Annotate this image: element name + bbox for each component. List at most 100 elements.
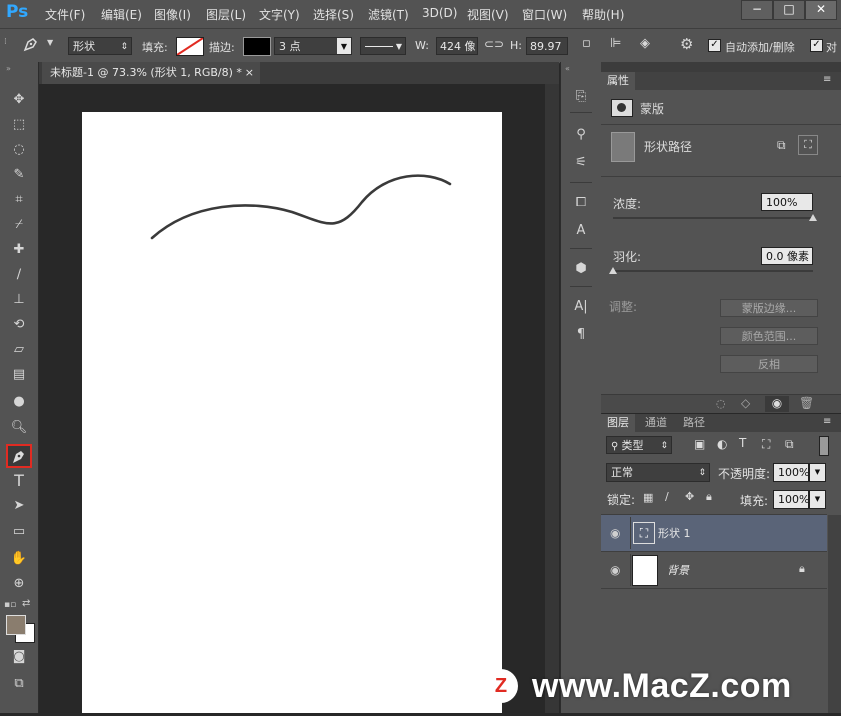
menu-view[interactable]: 视图(V): [467, 6, 509, 23]
fill-opacity-field[interactable]: 100%: [773, 490, 809, 509]
clone-stamp-tool-icon[interactable]: ⊥: [8, 290, 30, 310]
chevron-down-icon[interactable]: ▼: [809, 463, 826, 482]
auto-add-delete-checkbox[interactable]: ✓: [708, 39, 721, 52]
menu-image[interactable]: 图像(I): [154, 6, 191, 23]
chevron-down-icon[interactable]: ▼: [337, 38, 351, 54]
trash-icon[interactable]: 🗑︎: [799, 396, 814, 410]
feather-slider[interactable]: [609, 267, 813, 274]
menu-filter[interactable]: 滤镜(T): [368, 6, 409, 23]
panel-menu-icon[interactable]: ≡: [823, 74, 831, 85]
layer-row-shape1[interactable]: ◉ ⛶ 形状 1: [601, 515, 827, 552]
align-edges-checkbox[interactable]: ✓: [810, 39, 823, 52]
maximize-button[interactable]: □: [773, 0, 805, 20]
path-selection-tool-icon[interactable]: ➤: [8, 496, 30, 516]
zoom-tool-icon[interactable]: ⊕: [8, 574, 30, 594]
menu-type[interactable]: 文字(Y): [259, 6, 300, 23]
healing-brush-tool-icon[interactable]: ✚: [8, 240, 30, 260]
tab-paths[interactable]: 路径: [677, 414, 711, 432]
stroke-swatch[interactable]: [243, 37, 271, 56]
menu-layer[interactable]: 图层(L): [206, 6, 246, 23]
3d-icon[interactable]: ⬢: [571, 260, 591, 278]
filter-shape-icon[interactable]: ⛶: [762, 437, 770, 452]
filter-smart-object-icon[interactable]: ⧉: [785, 437, 794, 452]
menu-file[interactable]: 文件(F): [45, 6, 85, 23]
stroke-type-select[interactable]: ▼: [360, 37, 406, 55]
eye-icon[interactable]: ◉: [610, 563, 620, 577]
density-field[interactable]: 100%: [761, 193, 813, 211]
pixel-mask-icon[interactable]: [611, 99, 633, 117]
filter-type-icon[interactable]: T: [739, 436, 746, 450]
blur-tool-icon[interactable]: ●: [8, 392, 30, 412]
screen-mode-icon[interactable]: ⧉: [8, 674, 30, 694]
feather-field[interactable]: 0.0 像素: [761, 247, 813, 265]
fill-swatch[interactable]: [176, 37, 204, 56]
layer-filter-select[interactable]: ⚲ 类型 ⇕: [606, 436, 672, 454]
menu-edit[interactable]: 编辑(E): [101, 6, 142, 23]
paragraph-icon[interactable]: ¶: [571, 326, 591, 344]
select-mask-icon[interactable]: ⧉: [777, 138, 786, 153]
pen-tool-icon[interactable]: [6, 444, 32, 468]
quick-mask-icon[interactable]: ◙: [8, 647, 30, 667]
filter-pixel-icon[interactable]: ▣: [694, 437, 705, 451]
history-brush-tool-icon[interactable]: ⟲: [8, 315, 30, 335]
gradient-tool-icon[interactable]: ▤: [8, 365, 30, 385]
density-slider-thumb[interactable]: [809, 214, 817, 221]
vertical-scrollbar[interactable]: [545, 84, 559, 713]
default-colors-icon[interactable]: ▪▫: [4, 600, 16, 610]
load-selection-icon[interactable]: ◌: [716, 397, 726, 410]
stroke-width-field[interactable]: 3 点 ▼: [274, 37, 352, 55]
vector-mask-icon[interactable]: ⛶: [798, 135, 818, 155]
type-tool-icon[interactable]: T: [8, 471, 30, 491]
lock-transparent-icon[interactable]: ▦: [643, 491, 653, 504]
blend-mode-select[interactable]: 正常 ⇕: [606, 463, 710, 482]
foreground-color-swatch[interactable]: [6, 615, 26, 635]
chevron-down-icon[interactable]: ▼: [809, 490, 826, 509]
height-field[interactable]: 89.97: [526, 37, 568, 55]
move-tool-icon[interactable]: ✥: [8, 90, 30, 110]
filter-adjustment-icon[interactable]: ◐: [717, 437, 727, 451]
marquee-tool-icon[interactable]: ⬚: [8, 115, 30, 135]
link-icon[interactable]: ⊂⊃: [484, 37, 504, 51]
invert-button[interactable]: 反相: [720, 355, 818, 373]
opacity-field[interactable]: 100%: [773, 463, 809, 482]
minimize-button[interactable]: −: [741, 0, 773, 20]
eraser-tool-icon[interactable]: ▱: [8, 340, 30, 360]
history-icon[interactable]: ⎘: [571, 88, 591, 106]
apply-mask-icon[interactable]: ◇: [741, 396, 750, 410]
tab-layers[interactable]: 图层: [601, 414, 635, 432]
quick-select-tool-icon[interactable]: ✎: [8, 165, 30, 185]
lock-all-icon[interactable]: 🔒︎: [706, 490, 712, 504]
menu-window[interactable]: 窗口(W): [522, 6, 567, 23]
character-icon[interactable]: A|: [571, 298, 591, 316]
brush-settings-icon[interactable]: ⚟: [571, 154, 591, 172]
swap-colors-icon[interactable]: ⇄: [22, 598, 30, 609]
tab-close-icon[interactable]: ×: [245, 62, 254, 84]
path-arrangement-icon[interactable]: ◈: [640, 36, 650, 51]
layer-row-background[interactable]: ◉ 背景 🔒︎: [601, 552, 827, 589]
lock-pixels-icon[interactable]: ∕: [665, 490, 669, 503]
crop-tool-icon[interactable]: ⌗: [8, 190, 30, 210]
rectangle-tool-icon[interactable]: ▭: [8, 522, 30, 542]
eyedropper-tool-icon[interactable]: ⌿: [8, 215, 30, 235]
brush-tool-icon[interactable]: ∕: [8, 265, 30, 285]
panel-menu-icon[interactable]: ≡: [823, 416, 831, 427]
shape-path[interactable]: [82, 112, 502, 713]
gear-icon[interactable]: ⚙: [680, 35, 693, 53]
width-field[interactable]: 424 像: [436, 37, 478, 55]
feather-slider-thumb[interactable]: [609, 267, 617, 274]
path-alignment-icon[interactable]: ⊫: [610, 36, 621, 51]
dodge-tool-icon[interactable]: 🔍︎: [8, 418, 30, 438]
hand-tool-icon[interactable]: ✋: [8, 549, 30, 569]
menu-select[interactable]: 选择(S): [313, 6, 354, 23]
close-window-button[interactable]: ✕: [805, 0, 837, 20]
clone-source-icon[interactable]: ⧠: [571, 194, 591, 212]
collapse-icon[interactable]: »: [6, 64, 11, 73]
collapse-icon[interactable]: «: [565, 64, 570, 73]
tab-properties[interactable]: 属性: [601, 72, 635, 90]
document-canvas[interactable]: [82, 112, 502, 713]
density-slider[interactable]: [613, 214, 817, 221]
document-tab[interactable]: 未标题-1 @ 73.3% (形状 1, RGB/8) * ×: [42, 62, 260, 84]
filter-toggle-switch[interactable]: [819, 436, 829, 456]
pen-tool-preset-icon[interactable]: [22, 35, 40, 57]
eye-icon[interactable]: ◉: [610, 526, 620, 540]
